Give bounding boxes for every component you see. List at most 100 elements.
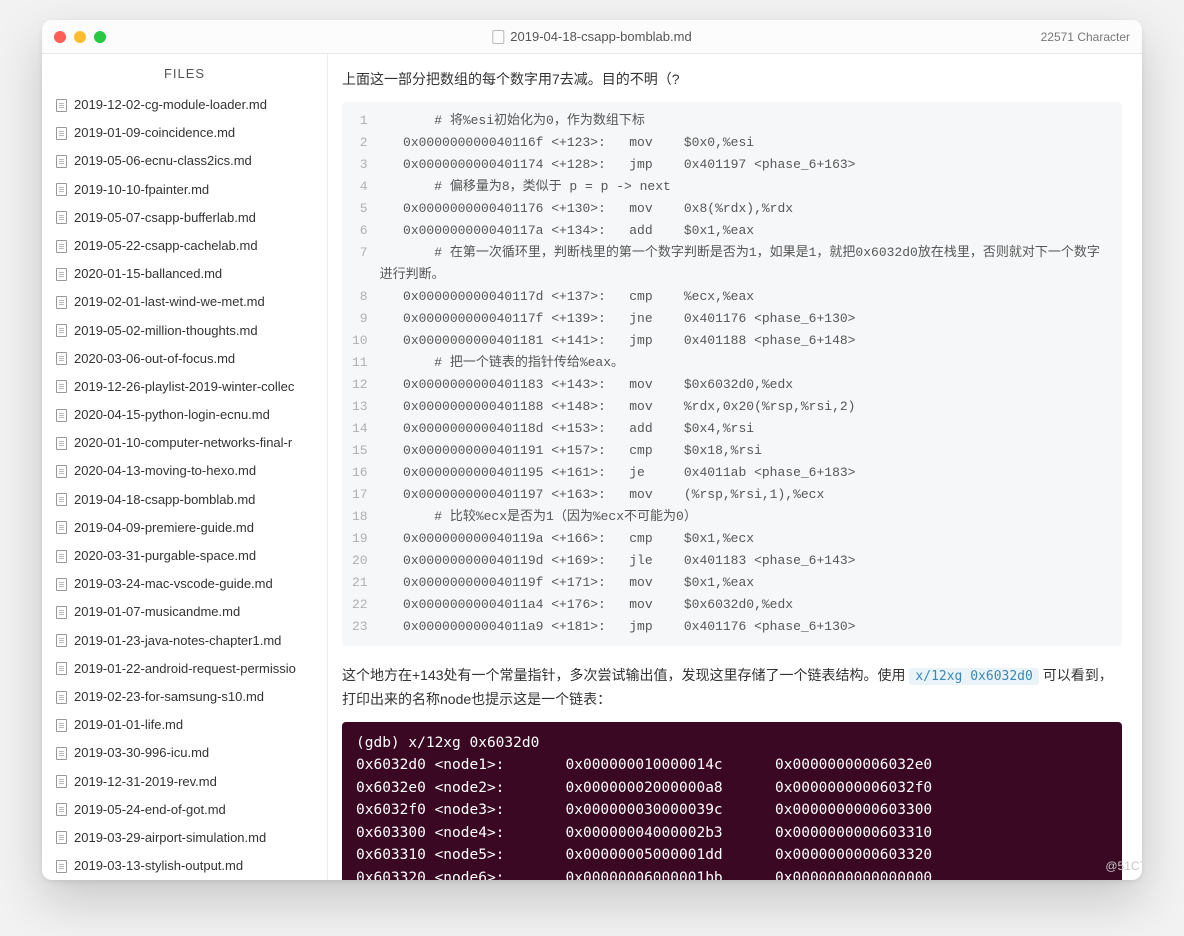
code-block: 1234567891011121314151617181920212223 # … <box>342 102 1122 646</box>
file-icon <box>56 578 67 591</box>
code-line: 0x00000000004011a4 <+176>: mov $0x6032d0… <box>380 594 1110 616</box>
file-icon <box>56 747 67 760</box>
file-item[interactable]: 2019-03-30-996-icu.md <box>42 739 327 767</box>
file-item[interactable]: 2019-12-02-cg-module-loader.md <box>42 91 327 119</box>
line-number: 18 <box>352 506 368 528</box>
file-item-label: 2019-12-02-cg-module-loader.md <box>74 96 267 114</box>
code-line: 0x000000000040117d <+137>: cmp %ecx,%eax <box>380 286 1110 308</box>
line-number: 16 <box>352 462 368 484</box>
file-icon <box>56 719 67 732</box>
file-icon <box>56 775 67 788</box>
file-item-label: 2019-02-01-last-wind-we-met.md <box>74 293 265 311</box>
window-controls <box>54 31 106 43</box>
line-number: 3 <box>352 154 368 176</box>
file-item[interactable]: 2019-01-22-android-request-permissio <box>42 655 327 683</box>
file-icon <box>56 803 67 816</box>
body: FILES 2019-12-02-cg-module-loader.md2019… <box>42 54 1142 880</box>
file-item[interactable]: 2019-12-31-2019-rev.md <box>42 768 327 796</box>
file-item[interactable]: 2020-01-15-ballanced.md <box>42 260 327 288</box>
file-item[interactable]: 2019-05-22-csapp-cachelab.md <box>42 232 327 260</box>
line-number: 14 <box>352 418 368 440</box>
file-icon <box>56 211 67 224</box>
line-gutter: 1234567891011121314151617181920212223 <box>342 102 380 646</box>
code-line: # 偏移量为8，类似于 p = p -> next <box>380 176 1110 198</box>
file-icon <box>56 99 67 112</box>
code-line: 0x000000000040118d <+153>: add $0x4,%rsi <box>380 418 1110 440</box>
file-item[interactable]: 2019-01-01-life.md <box>42 711 327 739</box>
file-item[interactable]: 2019-03-24-mac-vscode-guide.md <box>42 570 327 598</box>
file-item-label: 2020-04-15-python-login-ecnu.md <box>74 406 270 424</box>
line-number: 9 <box>352 308 368 330</box>
titlebar-filename: 2019-04-18-csapp-bomblab.md <box>492 29 691 44</box>
line-number: 23 <box>352 616 368 638</box>
code-line: 0x0000000000401191 <+157>: cmp $0x18,%rs… <box>380 440 1110 462</box>
line-number: 15 <box>352 440 368 462</box>
file-icon <box>56 240 67 253</box>
file-item-label: 2019-02-23-for-samsung-s10.md <box>74 688 264 706</box>
file-item[interactable]: 2020-01-10-computer-networks-final-r <box>42 429 327 457</box>
close-icon[interactable] <box>54 31 66 43</box>
code-line: # 比较%ecx是否为1（因为%ecx不可能为0） <box>380 506 1110 528</box>
line-number: 10 <box>352 330 368 352</box>
watermark: @51CTO博客 <box>1105 857 1142 874</box>
file-item[interactable]: 2019-04-18-csapp-bomblab.md <box>42 486 327 514</box>
document-icon <box>492 30 504 44</box>
inline-code: x/12xg 0x6032d0 <box>909 668 1038 685</box>
file-icon <box>56 691 67 704</box>
file-item[interactable]: 2019-03-13-stylish-output.md <box>42 852 327 880</box>
file-item-label: 2019-05-22-csapp-cachelab.md <box>74 237 258 255</box>
file-item[interactable]: 2019-02-23-for-samsung-s10.md <box>42 683 327 711</box>
sidebar: FILES 2019-12-02-cg-module-loader.md2019… <box>42 54 328 880</box>
file-item[interactable]: 2019-05-24-end-of-got.md <box>42 796 327 824</box>
file-item[interactable]: 2019-01-07-musicandme.md <box>42 598 327 626</box>
titlebar: 2019-04-18-csapp-bomblab.md 22571 Charac… <box>42 20 1142 54</box>
code-line: 0x0000000000401188 <+148>: mov %rdx,0x20… <box>380 396 1110 418</box>
code-line: 0x000000000040119d <+169>: jle 0x401183 … <box>380 550 1110 572</box>
file-list[interactable]: 2019-12-02-cg-module-loader.md 2019-01-09… <box>42 91 327 880</box>
file-icon <box>56 437 67 450</box>
file-item-label: 2019-01-01-life.md <box>74 716 183 734</box>
file-item[interactable]: 2019-05-06-ecnu-class2ics.md <box>42 147 327 175</box>
file-icon <box>56 296 67 309</box>
file-item-label: 2019-01-22-android-request-permissio <box>74 660 296 678</box>
code-line: # 把一个链表的指针传给%eax。 <box>380 352 1110 374</box>
line-number: 8 <box>352 286 368 308</box>
main-content[interactable]: 上面这一部分把数组的每个数字用7去减。目的不明（? 12345678910111… <box>328 54 1142 880</box>
file-item[interactable]: 2019-12-26-playlist-2019-winter-collec <box>42 373 327 401</box>
file-icon <box>56 380 67 393</box>
code-line: 0x0000000000401176 <+130>: mov 0x8(%rdx)… <box>380 198 1110 220</box>
file-item[interactable]: 2019-05-07-csapp-bufferlab.md <box>42 204 327 232</box>
file-item[interactable]: 2019-04-09-premiere-guide.md <box>42 514 327 542</box>
file-item[interactable]: 2019-01-23-java-notes-chapter1.md <box>42 627 327 655</box>
file-icon <box>56 493 67 506</box>
code-lines: # 将%esi初始化为0，作为数组下标 0x000000000040116f <… <box>380 102 1122 646</box>
file-item[interactable]: 2020-04-13-moving-to-hexo.md <box>42 457 327 485</box>
file-icon <box>56 662 67 675</box>
line-number: 12 <box>352 374 368 396</box>
file-item[interactable]: 2019-03-29-airport-simulation.md <box>42 824 327 852</box>
file-item[interactable]: 2020-04-15-python-login-ecnu.md <box>42 401 327 429</box>
code-line: 0x0000000000401174 <+128>: jmp 0x401197 … <box>380 154 1110 176</box>
file-item-label: 2020-04-13-moving-to-hexo.md <box>74 462 256 480</box>
file-item-label: 2019-01-23-java-notes-chapter1.md <box>74 632 281 650</box>
minimize-icon[interactable] <box>74 31 86 43</box>
text: 这个地方在+143处有一个常量指针，多次尝试输出值，发现这里存储了一个链表结构。… <box>342 667 909 683</box>
file-item-label: 2019-05-06-ecnu-class2ics.md <box>74 152 252 170</box>
file-item[interactable]: 2020-03-31-purgable-space.md <box>42 542 327 570</box>
code-line: # 将%esi初始化为0，作为数组下标 <box>380 110 1110 132</box>
code-line: 0x000000000040117a <+134>: add $0x1,%eax <box>380 220 1110 242</box>
file-icon <box>56 268 67 281</box>
file-item[interactable]: 2019-01-09-coincidence.md <box>42 119 327 147</box>
file-item-label: 2019-05-24-end-of-got.md <box>74 801 226 819</box>
file-item[interactable]: 2020-03-06-out-of-focus.md <box>42 345 327 373</box>
file-item-label: 2019-04-18-csapp-bomblab.md <box>74 491 255 509</box>
file-item[interactable]: 2019-02-01-last-wind-we-met.md <box>42 288 327 316</box>
paragraph: 上面这一部分把数组的每个数字用7去减。目的不明（? <box>342 68 1122 92</box>
file-item-label: 2020-03-31-purgable-space.md <box>74 547 256 565</box>
zoom-icon[interactable] <box>94 31 106 43</box>
code-line: 0x0000000000401183 <+143>: mov $0x6032d0… <box>380 374 1110 396</box>
file-item-label: 2019-10-10-fpainter.md <box>74 181 209 199</box>
file-item[interactable]: 2019-10-10-fpainter.md <box>42 176 327 204</box>
line-number: 20 <box>352 550 368 572</box>
file-item[interactable]: 2019-05-02-million-thoughts.md <box>42 317 327 345</box>
